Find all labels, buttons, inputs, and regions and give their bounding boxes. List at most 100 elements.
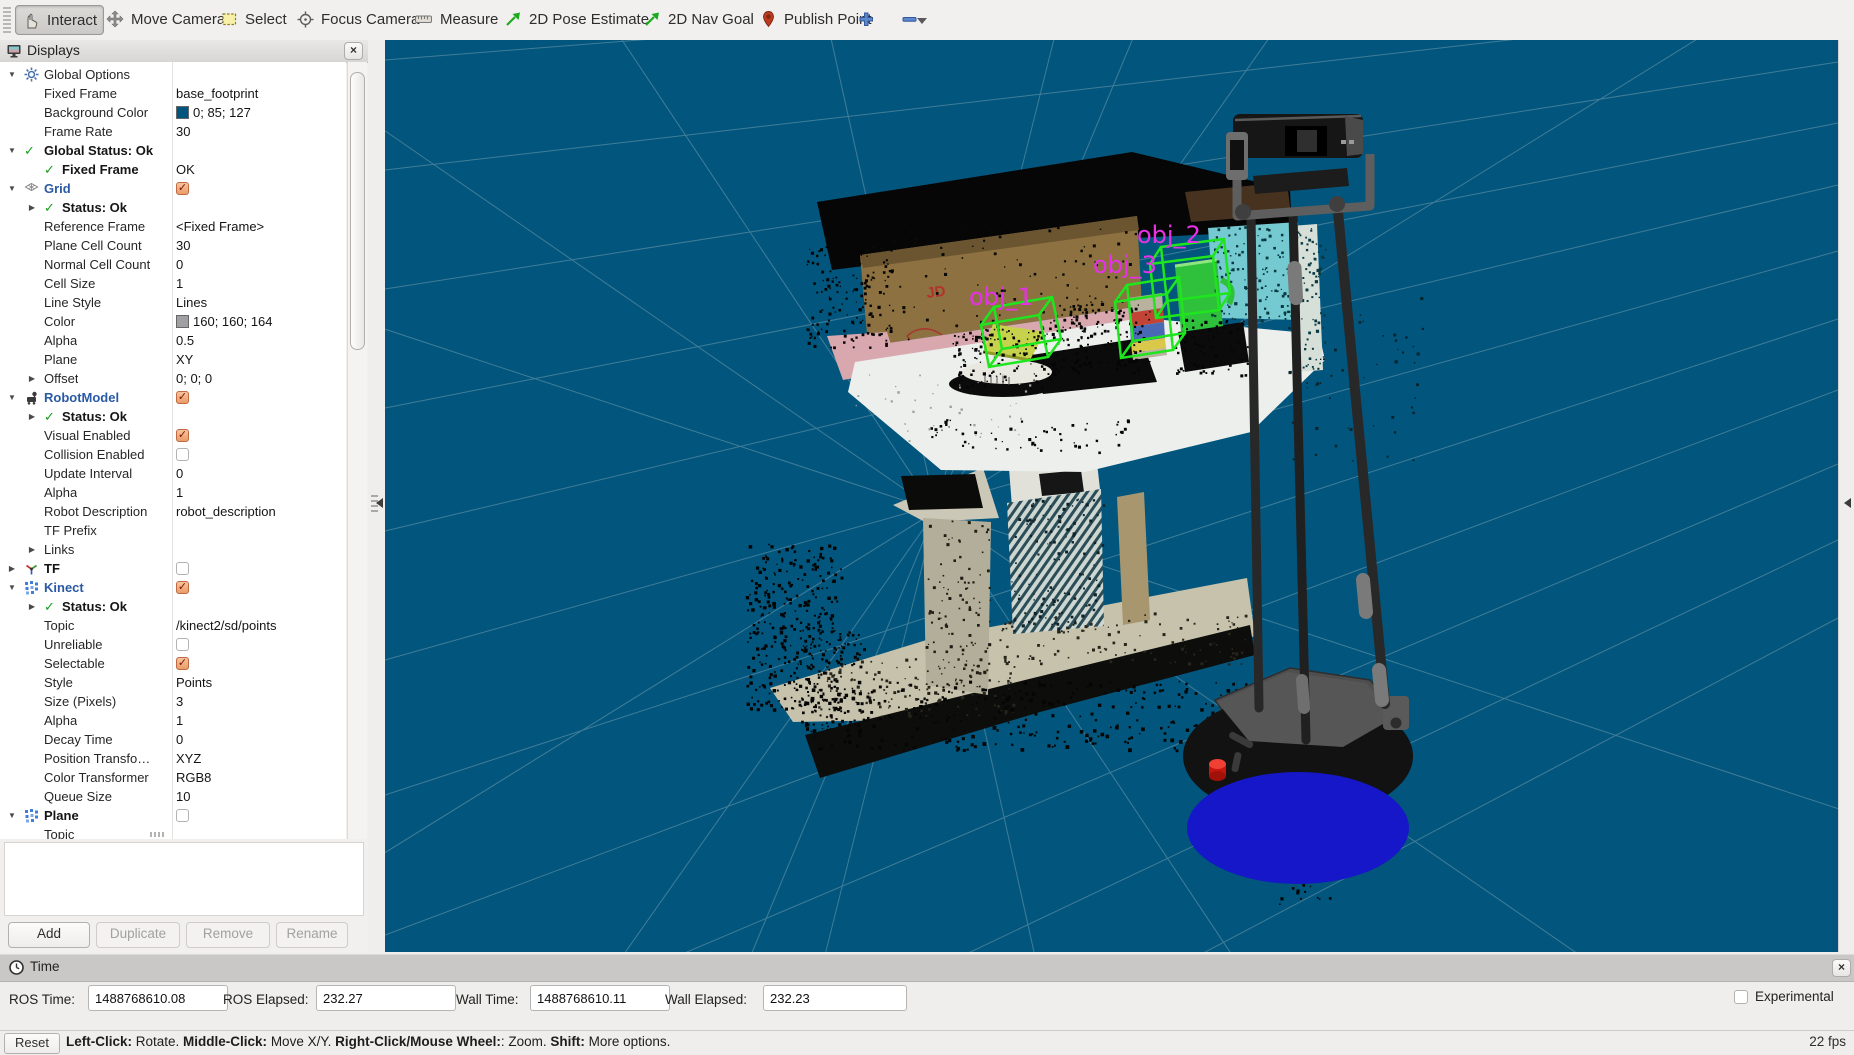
tree-row[interactable]: Visual Enabled✓ xyxy=(0,426,346,445)
collapse-arrow-icon[interactable]: ▶ xyxy=(26,540,38,559)
experimental-checkbox[interactable] xyxy=(1734,990,1748,1004)
tree-row[interactable]: Position Transfo…XYZ xyxy=(0,749,346,768)
tree-row[interactable]: Unreliable xyxy=(0,635,346,654)
add-tool-button[interactable] xyxy=(851,5,882,33)
right-panel-strip[interactable] xyxy=(1838,40,1854,952)
tool-measure[interactable]: Measure xyxy=(408,5,504,33)
tree-row[interactable]: Alpha0.5 xyxy=(0,331,346,350)
tree-row[interactable]: Color160; 160; 164 xyxy=(0,312,346,331)
expand-arrow-icon[interactable]: ▼ xyxy=(6,141,18,160)
tree-row[interactable]: ✓Fixed FrameOK xyxy=(0,160,346,179)
tree-row[interactable]: ▶✓Status: Ok xyxy=(0,597,346,616)
time-panel-close-icon[interactable]: × xyxy=(1832,959,1851,977)
value-text[interactable]: 0.5 xyxy=(176,331,194,350)
checkbox-unchecked[interactable] xyxy=(176,809,189,822)
time-panel-header[interactable]: Time × xyxy=(0,954,1854,982)
color-swatch[interactable] xyxy=(176,106,189,119)
value-text[interactable]: <Fixed Frame> xyxy=(176,217,264,236)
value-text[interactable]: 0 xyxy=(176,464,183,483)
displays-close-icon[interactable]: × xyxy=(344,42,363,60)
tree-row[interactable]: ▼Kinect✓ xyxy=(0,578,346,597)
tree-row[interactable]: Cell Size1 xyxy=(0,274,346,293)
tree-row[interactable]: Queue Size10 xyxy=(0,787,346,806)
experimental-option[interactable]: Experimental xyxy=(1734,989,1834,1004)
left-splitter[interactable] xyxy=(368,40,385,952)
checkbox-checked[interactable]: ✓ xyxy=(176,657,189,670)
wall-time-input[interactable] xyxy=(530,985,670,1011)
checkbox-unchecked[interactable] xyxy=(176,448,189,461)
tree-column-divider[interactable] xyxy=(172,62,173,839)
tree-row[interactable]: Selectable✓ xyxy=(0,654,346,673)
value-text[interactable]: 10 xyxy=(176,787,190,806)
tree-row[interactable]: Line StyleLines xyxy=(0,293,346,312)
collapse-arrow-icon[interactable]: ▶ xyxy=(26,369,38,388)
checkbox-unchecked[interactable] xyxy=(176,562,189,575)
value-text[interactable]: Points xyxy=(176,673,212,692)
value-text[interactable]: 0; 0; 0 xyxy=(176,369,212,388)
tree-row[interactable]: ▼Plane xyxy=(0,806,346,825)
toolbar-grip-handle[interactable] xyxy=(3,7,11,33)
collapse-arrow-icon[interactable]: ▶ xyxy=(6,559,18,578)
ros-elapsed-input[interactable] xyxy=(316,985,456,1011)
remove-button[interactable]: Remove xyxy=(186,922,270,948)
3d-viewport[interactable]: JD xyxy=(385,40,1838,952)
value-text[interactable]: XY xyxy=(176,350,193,369)
tree-row[interactable]: Topic xyxy=(0,825,346,839)
tree-row[interactable]: Decay Time0 xyxy=(0,730,346,749)
checkbox-checked[interactable]: ✓ xyxy=(176,429,189,442)
tree-row[interactable]: Robot Descriptionrobot_description xyxy=(0,502,346,521)
checkbox-checked[interactable]: ✓ xyxy=(176,182,189,195)
tree-row[interactable]: Background Color0; 85; 127 xyxy=(0,103,346,122)
tree-row[interactable]: Normal Cell Count0 xyxy=(0,255,346,274)
tool-focus-camera[interactable]: Focus Camera xyxy=(290,5,425,33)
displays-panel-header[interactable]: Displays × xyxy=(0,40,368,63)
tree-row[interactable]: Topic/kinect2/sd/points xyxy=(0,616,346,635)
tree-row[interactable]: ▶✓Status: Ok xyxy=(0,198,346,217)
expand-arrow-icon[interactable]: ▼ xyxy=(6,65,18,84)
add-button[interactable]: Add xyxy=(8,922,90,948)
tree-row[interactable]: ▼RobotModel✓ xyxy=(0,388,346,407)
collapse-arrow-icon[interactable]: ▶ xyxy=(26,198,38,217)
tree-row[interactable]: Plane Cell Count30 xyxy=(0,236,346,255)
duplicate-button[interactable]: Duplicate xyxy=(96,922,180,948)
value-text[interactable]: 30 xyxy=(176,122,190,141)
tool-interact[interactable]: Interact xyxy=(15,5,104,35)
checkbox-unchecked[interactable] xyxy=(176,638,189,651)
tree-row[interactable]: ▶TF xyxy=(0,559,346,578)
tree-row[interactable]: Alpha1 xyxy=(0,711,346,730)
tree-row[interactable]: ▶✓Status: Ok xyxy=(0,407,346,426)
wall-elapsed-input[interactable] xyxy=(763,985,907,1011)
tree-row[interactable]: ▶Offset0; 0; 0 xyxy=(0,369,346,388)
expand-arrow-icon[interactable]: ▼ xyxy=(6,578,18,597)
value-text[interactable]: 1 xyxy=(176,274,183,293)
tree-row[interactable]: Frame Rate30 xyxy=(0,122,346,141)
tree-row[interactable]: Alpha1 xyxy=(0,483,346,502)
tool-2d-pose-estimate[interactable]: 2D Pose Estimate xyxy=(498,5,655,33)
tree-row[interactable]: Update Interval0 xyxy=(0,464,346,483)
tool-select[interactable]: Select xyxy=(214,5,293,33)
tree-row[interactable]: PlaneXY xyxy=(0,350,346,369)
checkbox-checked[interactable]: ✓ xyxy=(176,581,189,594)
tree-row[interactable]: Collision Enabled xyxy=(0,445,346,464)
tree-row[interactable]: TF Prefix xyxy=(0,521,346,540)
tree-row[interactable]: StylePoints xyxy=(0,673,346,692)
tree-row[interactable]: ▶Links xyxy=(0,540,346,559)
expand-arrow-icon[interactable]: ▼ xyxy=(6,388,18,407)
tool-move-camera[interactable]: Move Camera xyxy=(100,5,231,33)
tree-row[interactable]: ▼Global Options xyxy=(0,65,346,84)
tree-row[interactable]: Fixed Framebase_footprint xyxy=(0,84,346,103)
collapse-right-arrow-icon[interactable] xyxy=(1844,498,1851,508)
tree-row[interactable]: Color TransformerRGB8 xyxy=(0,768,346,787)
value-text[interactable]: 1 xyxy=(176,483,183,502)
color-swatch[interactable] xyxy=(176,315,189,328)
value-text[interactable]: 1 xyxy=(176,711,183,730)
collapse-arrow-icon[interactable]: ▶ xyxy=(26,407,38,426)
value-text[interactable]: OK xyxy=(176,160,195,179)
value-text[interactable]: /kinect2/sd/points xyxy=(176,616,276,635)
value-text[interactable]: 3 xyxy=(176,692,183,711)
value-text[interactable]: XYZ xyxy=(176,749,201,768)
value-text[interactable]: 30 xyxy=(176,236,190,255)
tree-row[interactable]: ▼✓Global Status: Ok xyxy=(0,141,346,160)
expand-arrow-icon[interactable]: ▼ xyxy=(6,179,18,198)
ros-time-input[interactable] xyxy=(88,985,228,1011)
